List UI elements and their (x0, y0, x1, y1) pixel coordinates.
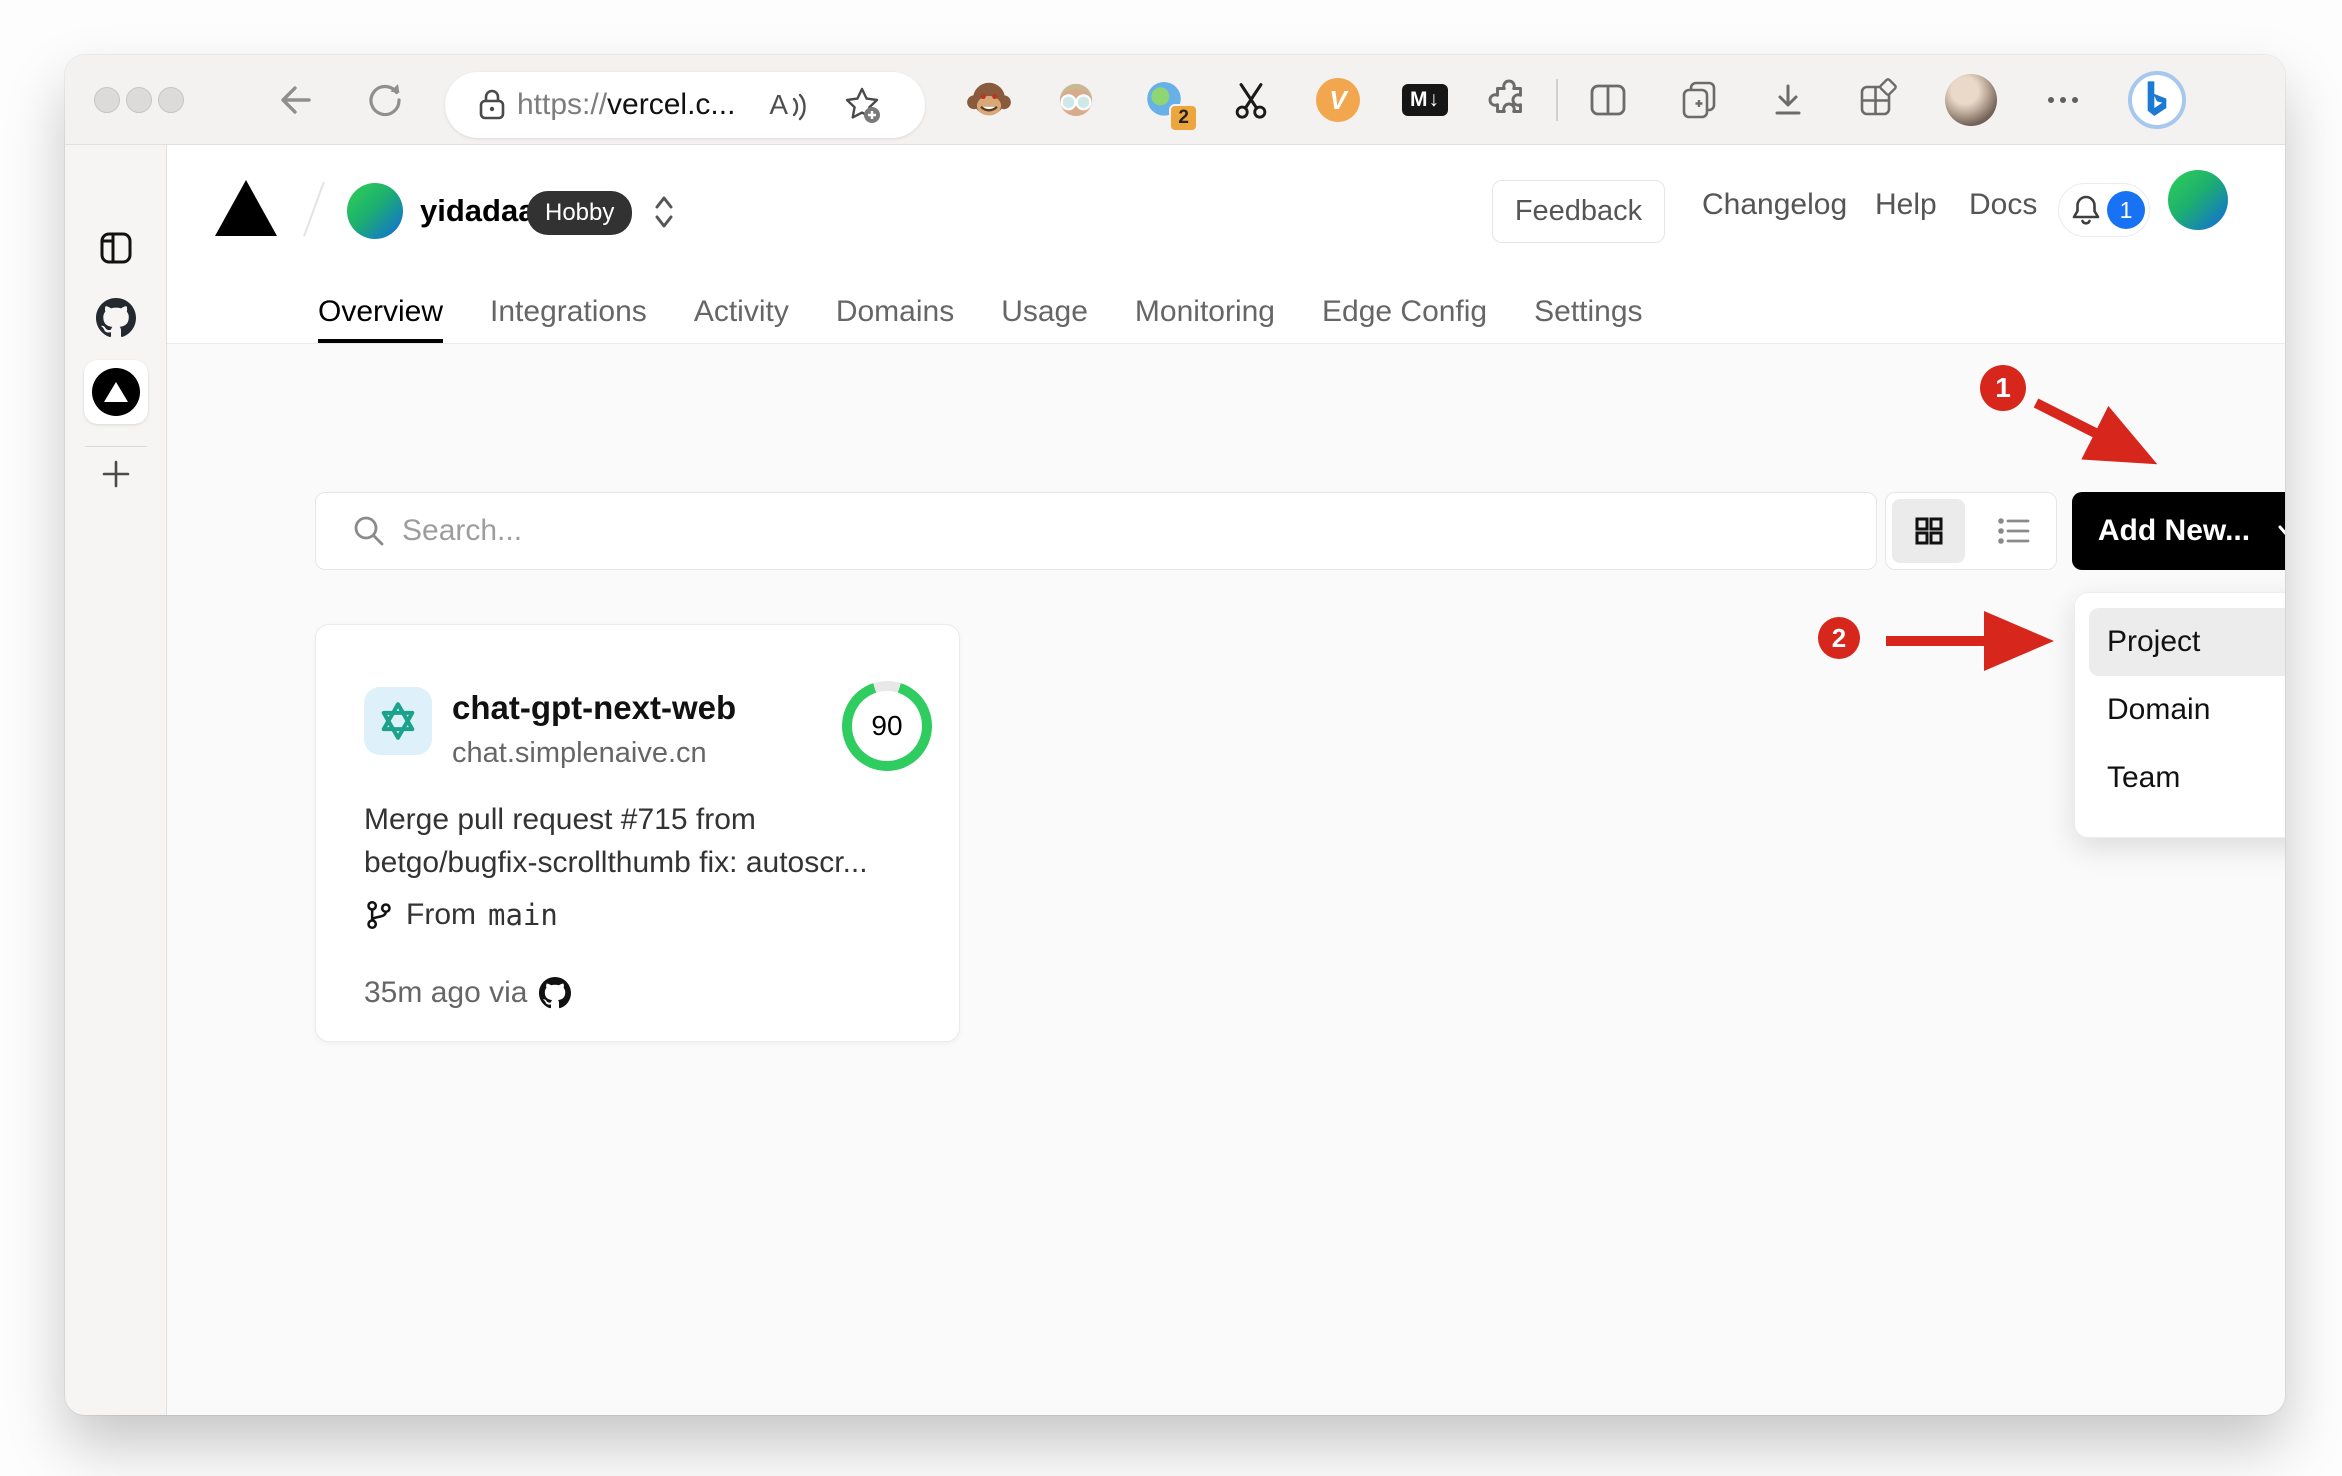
notifications-button[interactable]: 1 (2058, 183, 2150, 237)
project-card[interactable]: chat-gpt-next-web chat.simplenaive.cn 90… (315, 624, 960, 1042)
new-tab-plus-icon[interactable] (96, 454, 136, 494)
tab-edge-config[interactable]: Edge Config (1322, 281, 1487, 343)
address-bar[interactable]: https://vercel.c... A (445, 72, 925, 138)
scissors-extension-icon[interactable] (1229, 78, 1273, 122)
tab-activity[interactable]: Activity (694, 281, 789, 343)
project-search (315, 492, 1877, 570)
team-switcher-icon[interactable] (649, 191, 679, 233)
score-value: 90 (871, 710, 903, 741)
dashboard-header: yidadaa Hobby Feedback Changelog Help Do… (167, 145, 2285, 344)
docs-link[interactable]: Docs (1969, 188, 2037, 222)
tab-integrations[interactable]: Integrations (490, 281, 647, 343)
add-new-button[interactable]: Add New... (2072, 492, 2285, 570)
dropdown-item-team[interactable]: Team (2089, 744, 2285, 812)
collections-icon[interactable] (1676, 77, 1722, 123)
bell-icon (2069, 192, 2103, 228)
tampermonkey-extension-icon[interactable] (966, 77, 1012, 123)
markdown-extension-icon[interactable]: M↓ (1402, 84, 1448, 116)
vercel-dashboard: yidadaa Hobby Feedback Changelog Help Do… (167, 145, 2285, 1415)
favorites-add-icon[interactable] (840, 83, 884, 127)
user-avatar[interactable] (2168, 170, 2228, 230)
bing-chat-icon[interactable] (2128, 71, 2186, 129)
github-tab-icon[interactable] (96, 298, 136, 338)
add-new-label: Add New... (2097, 514, 2251, 547)
team-name[interactable]: yidadaa (420, 193, 535, 229)
annotation-step-2: 2 (1818, 617, 1860, 659)
project-domain[interactable]: chat.simplenaive.cn (452, 737, 736, 770)
deploy-time: 35m ago via (364, 976, 528, 1009)
refresh-icon[interactable] (362, 77, 408, 123)
chevron-down-icon (2278, 525, 2285, 535)
dropdown-item-domain[interactable]: Domain (2089, 676, 2285, 744)
profile-avatar[interactable] (1945, 74, 1997, 126)
notification-badge: 1 (2107, 191, 2145, 229)
proxy-extension-icon[interactable]: 2 (1140, 76, 1198, 132)
breadcrumb-slash (303, 181, 325, 237)
sidebar-divider (85, 446, 147, 447)
feedback-button[interactable]: Feedback (1492, 180, 1665, 243)
dashboard-tabs: Overview Integrations Activity Domains U… (318, 281, 1643, 343)
vercel-logo[interactable] (215, 180, 277, 236)
branch-prefix: From (406, 898, 476, 931)
window-minimize-button[interactable] (126, 87, 152, 113)
tab-domains[interactable]: Domains (836, 281, 954, 343)
git-branch-icon (364, 899, 394, 931)
score-ring: 90 (842, 681, 932, 771)
dropdown-item-project[interactable]: Project (2089, 608, 2285, 676)
vercel-favicon (92, 368, 140, 416)
browser-window: https://vercel.c... A 2 V M↓ yidadaa Hob… (65, 55, 2285, 1415)
vimium-extension-icon[interactable]: V (1316, 78, 1360, 122)
split-screen-icon[interactable] (1585, 79, 1631, 121)
apps-grid-icon[interactable] (1854, 77, 1900, 123)
vertical-tabs-sidebar (65, 145, 167, 1415)
team-avatar[interactable] (347, 183, 403, 239)
downloads-icon[interactable] (1766, 78, 1810, 122)
plan-badge: Hobby (527, 191, 633, 235)
sidebar-panel-icon[interactable] (94, 226, 138, 270)
avatar-extension-icon[interactable] (1053, 77, 1099, 123)
back-icon[interactable] (273, 77, 319, 123)
commit-message: Merge pull request #715 from betgo/bugfi… (364, 803, 868, 879)
tab-overview[interactable]: Overview (318, 281, 444, 343)
toolbar-separator (1556, 79, 1558, 121)
url-text: https://vercel.c... (517, 88, 736, 121)
lock-icon (477, 88, 507, 122)
tab-settings[interactable]: Settings (1534, 281, 1642, 343)
project-name: chat-gpt-next-web (452, 689, 737, 726)
branch-name: main (488, 898, 558, 932)
read-aloud-icon[interactable]: A (769, 89, 807, 121)
changelog-link[interactable]: Changelog (1702, 188, 1847, 222)
annotation-step-1: 1 (1980, 365, 2026, 411)
grid-view-button[interactable] (1892, 499, 1965, 563)
tab-usage[interactable]: Usage (1001, 281, 1088, 343)
window-close-button[interactable] (94, 87, 120, 113)
add-new-dropdown: Project Domain Team (2074, 592, 2285, 838)
extensions-puzzle-icon[interactable] (1486, 77, 1532, 123)
search-icon (350, 512, 388, 550)
view-toggle (1885, 492, 2057, 570)
openai-logo (364, 687, 432, 755)
list-view-button[interactable] (1977, 499, 2050, 563)
more-menu-icon[interactable] (2043, 94, 2083, 106)
help-link[interactable]: Help (1875, 188, 1937, 222)
extension-badge: 2 (1169, 104, 1198, 132)
browser-toolbar: https://vercel.c... A 2 V M↓ (65, 55, 2285, 145)
vercel-tab-active[interactable] (84, 360, 148, 424)
tab-monitoring[interactable]: Monitoring (1135, 281, 1275, 343)
github-icon (539, 977, 572, 1009)
window-zoom-button[interactable] (158, 87, 184, 113)
search-input[interactable] (402, 514, 1876, 548)
